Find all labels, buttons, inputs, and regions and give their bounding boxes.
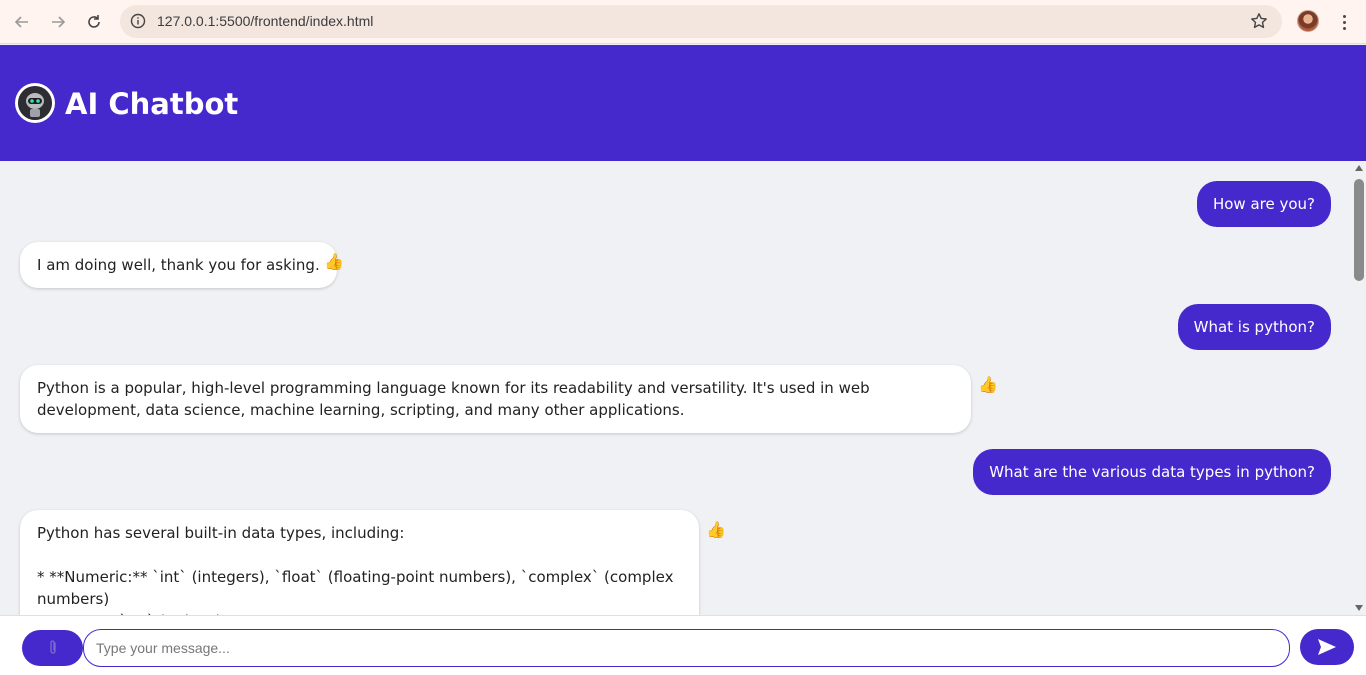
- send-icon: [1318, 639, 1336, 655]
- app-header: AI Chatbot: [0, 45, 1366, 161]
- message-composer: [0, 615, 1366, 675]
- bookmark-star-icon[interactable]: [1250, 12, 1268, 30]
- profile-avatar[interactable]: [1297, 10, 1319, 32]
- url-text[interactable]: 127.0.0.1:5500/frontend/index.html: [157, 13, 373, 29]
- app-title: AI Chatbot: [65, 87, 239, 121]
- dot-icon: [1342, 26, 1346, 30]
- robot-icon: [18, 86, 52, 120]
- dot-icon: [1342, 14, 1346, 18]
- browser-toolbar: 127.0.0.1:5500/frontend/index.html: [0, 0, 1366, 44]
- arrow-right-icon: [52, 16, 66, 28]
- thumbs-up-icon[interactable]: 👍: [706, 522, 726, 540]
- scroll-up-arrow-icon[interactable]: [1355, 165, 1363, 171]
- site-info-icon[interactable]: [130, 13, 146, 29]
- thumbs-up-icon[interactable]: 👍: [978, 377, 998, 395]
- arrow-left-icon: [14, 16, 28, 28]
- back-button[interactable]: [10, 10, 34, 34]
- scroll-thumb[interactable]: [1354, 179, 1364, 281]
- paperclip-icon: [49, 640, 56, 654]
- user-message: What are the various data types in pytho…: [973, 449, 1331, 495]
- chatbot-logo: [15, 83, 55, 123]
- browser-menu-button[interactable]: [1334, 10, 1354, 34]
- thumbs-up-icon[interactable]: 👍: [324, 254, 344, 272]
- address-bar[interactable]: 127.0.0.1:5500/frontend/index.html: [120, 5, 1282, 38]
- reload-button[interactable]: [82, 10, 106, 34]
- attach-button[interactable]: [22, 630, 83, 666]
- bot-message: Python is a popular, high-level programm…: [20, 365, 971, 433]
- chat-messages[interactable]: How are you? I am doing well, thank you …: [0, 161, 1352, 615]
- bot-message: Python has several built-in data types, …: [20, 510, 699, 615]
- bot-message: I am doing well, thank you for asking.: [20, 242, 337, 288]
- chat-scrollbar[interactable]: [1352, 161, 1366, 615]
- user-message: How are you?: [1196, 181, 1331, 227]
- send-button[interactable]: [1300, 629, 1354, 665]
- dot-icon: [1342, 20, 1346, 24]
- message-input[interactable]: [83, 629, 1290, 667]
- scroll-down-arrow-icon[interactable]: [1355, 605, 1363, 611]
- forward-button[interactable]: [46, 10, 70, 34]
- user-message: What is python?: [1177, 304, 1331, 350]
- reload-icon: [88, 15, 100, 28]
